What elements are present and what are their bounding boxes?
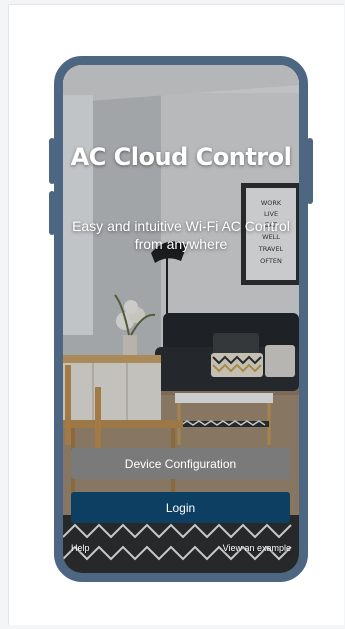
login-label: Login [165, 500, 196, 515]
device-configuration-label: Device Configuration [124, 456, 237, 471]
app-title: AC Cloud Control [70, 143, 292, 171]
device-configuration-button[interactable]: Device Configuration [71, 448, 290, 479]
app-subtitle: Easy and intuitive Wi-Fi AC Control from… [72, 218, 290, 252]
help-link[interactable]: Help [71, 543, 90, 553]
login-button[interactable]: Login [71, 492, 290, 523]
view-example-link[interactable]: View an example [223, 543, 291, 553]
phone-mockup: WORK LIVE EAT WELL TRAVEL OFTEN AC Cloud… [54, 56, 308, 582]
